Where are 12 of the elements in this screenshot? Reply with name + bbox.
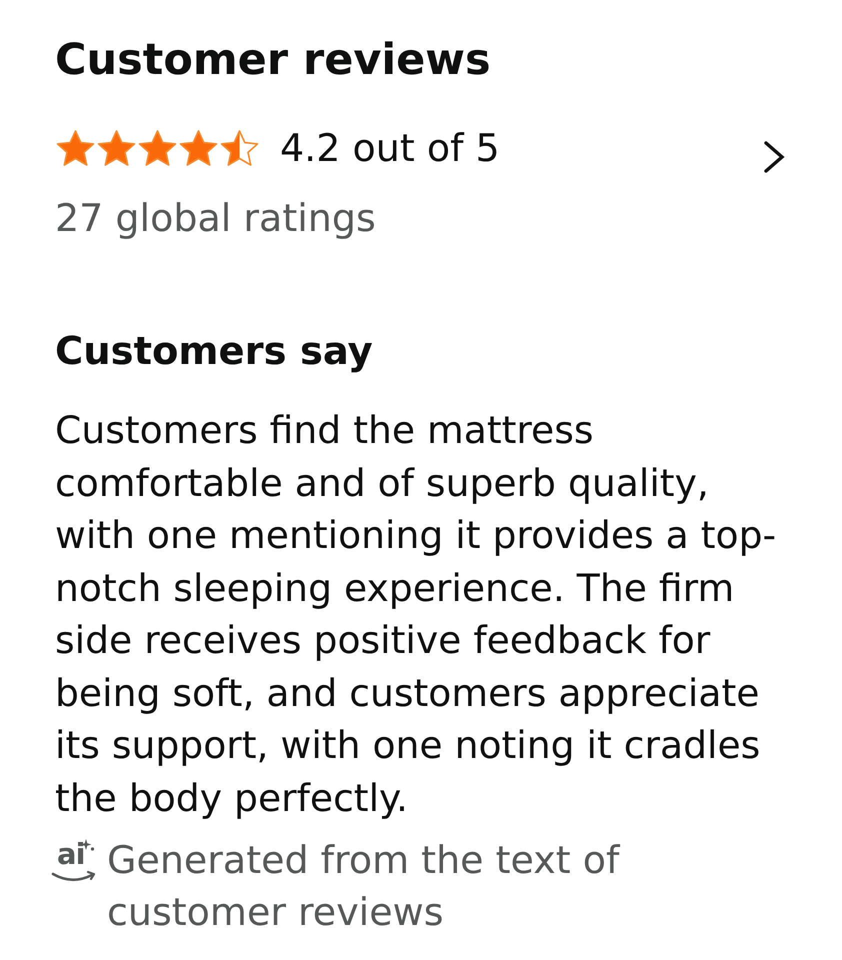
ai-disclaimer: Generated from the text of customer reviews xyxy=(107,837,622,936)
star-icon xyxy=(55,129,96,167)
section-title: Customer reviews xyxy=(55,34,492,86)
section-heading: Customers say xyxy=(55,328,374,376)
chevron-right-icon[interactable] xyxy=(763,141,785,173)
star-icon xyxy=(96,129,137,167)
star-icon xyxy=(137,129,178,167)
rating-text: 4.2 out of 5 xyxy=(280,126,500,170)
ratings-count: 27 global ratings xyxy=(55,195,377,241)
star-icon xyxy=(219,129,260,167)
star-icon xyxy=(178,129,219,167)
review-summary: Customers find the mattress comfortable and of superb quality, with one mentioning it provides a top-notch sleeping experience. The firm side receives positive feedback for being soft, and customers appreciate its support, with one noting it cradles the body perfectly. xyxy=(55,407,778,822)
